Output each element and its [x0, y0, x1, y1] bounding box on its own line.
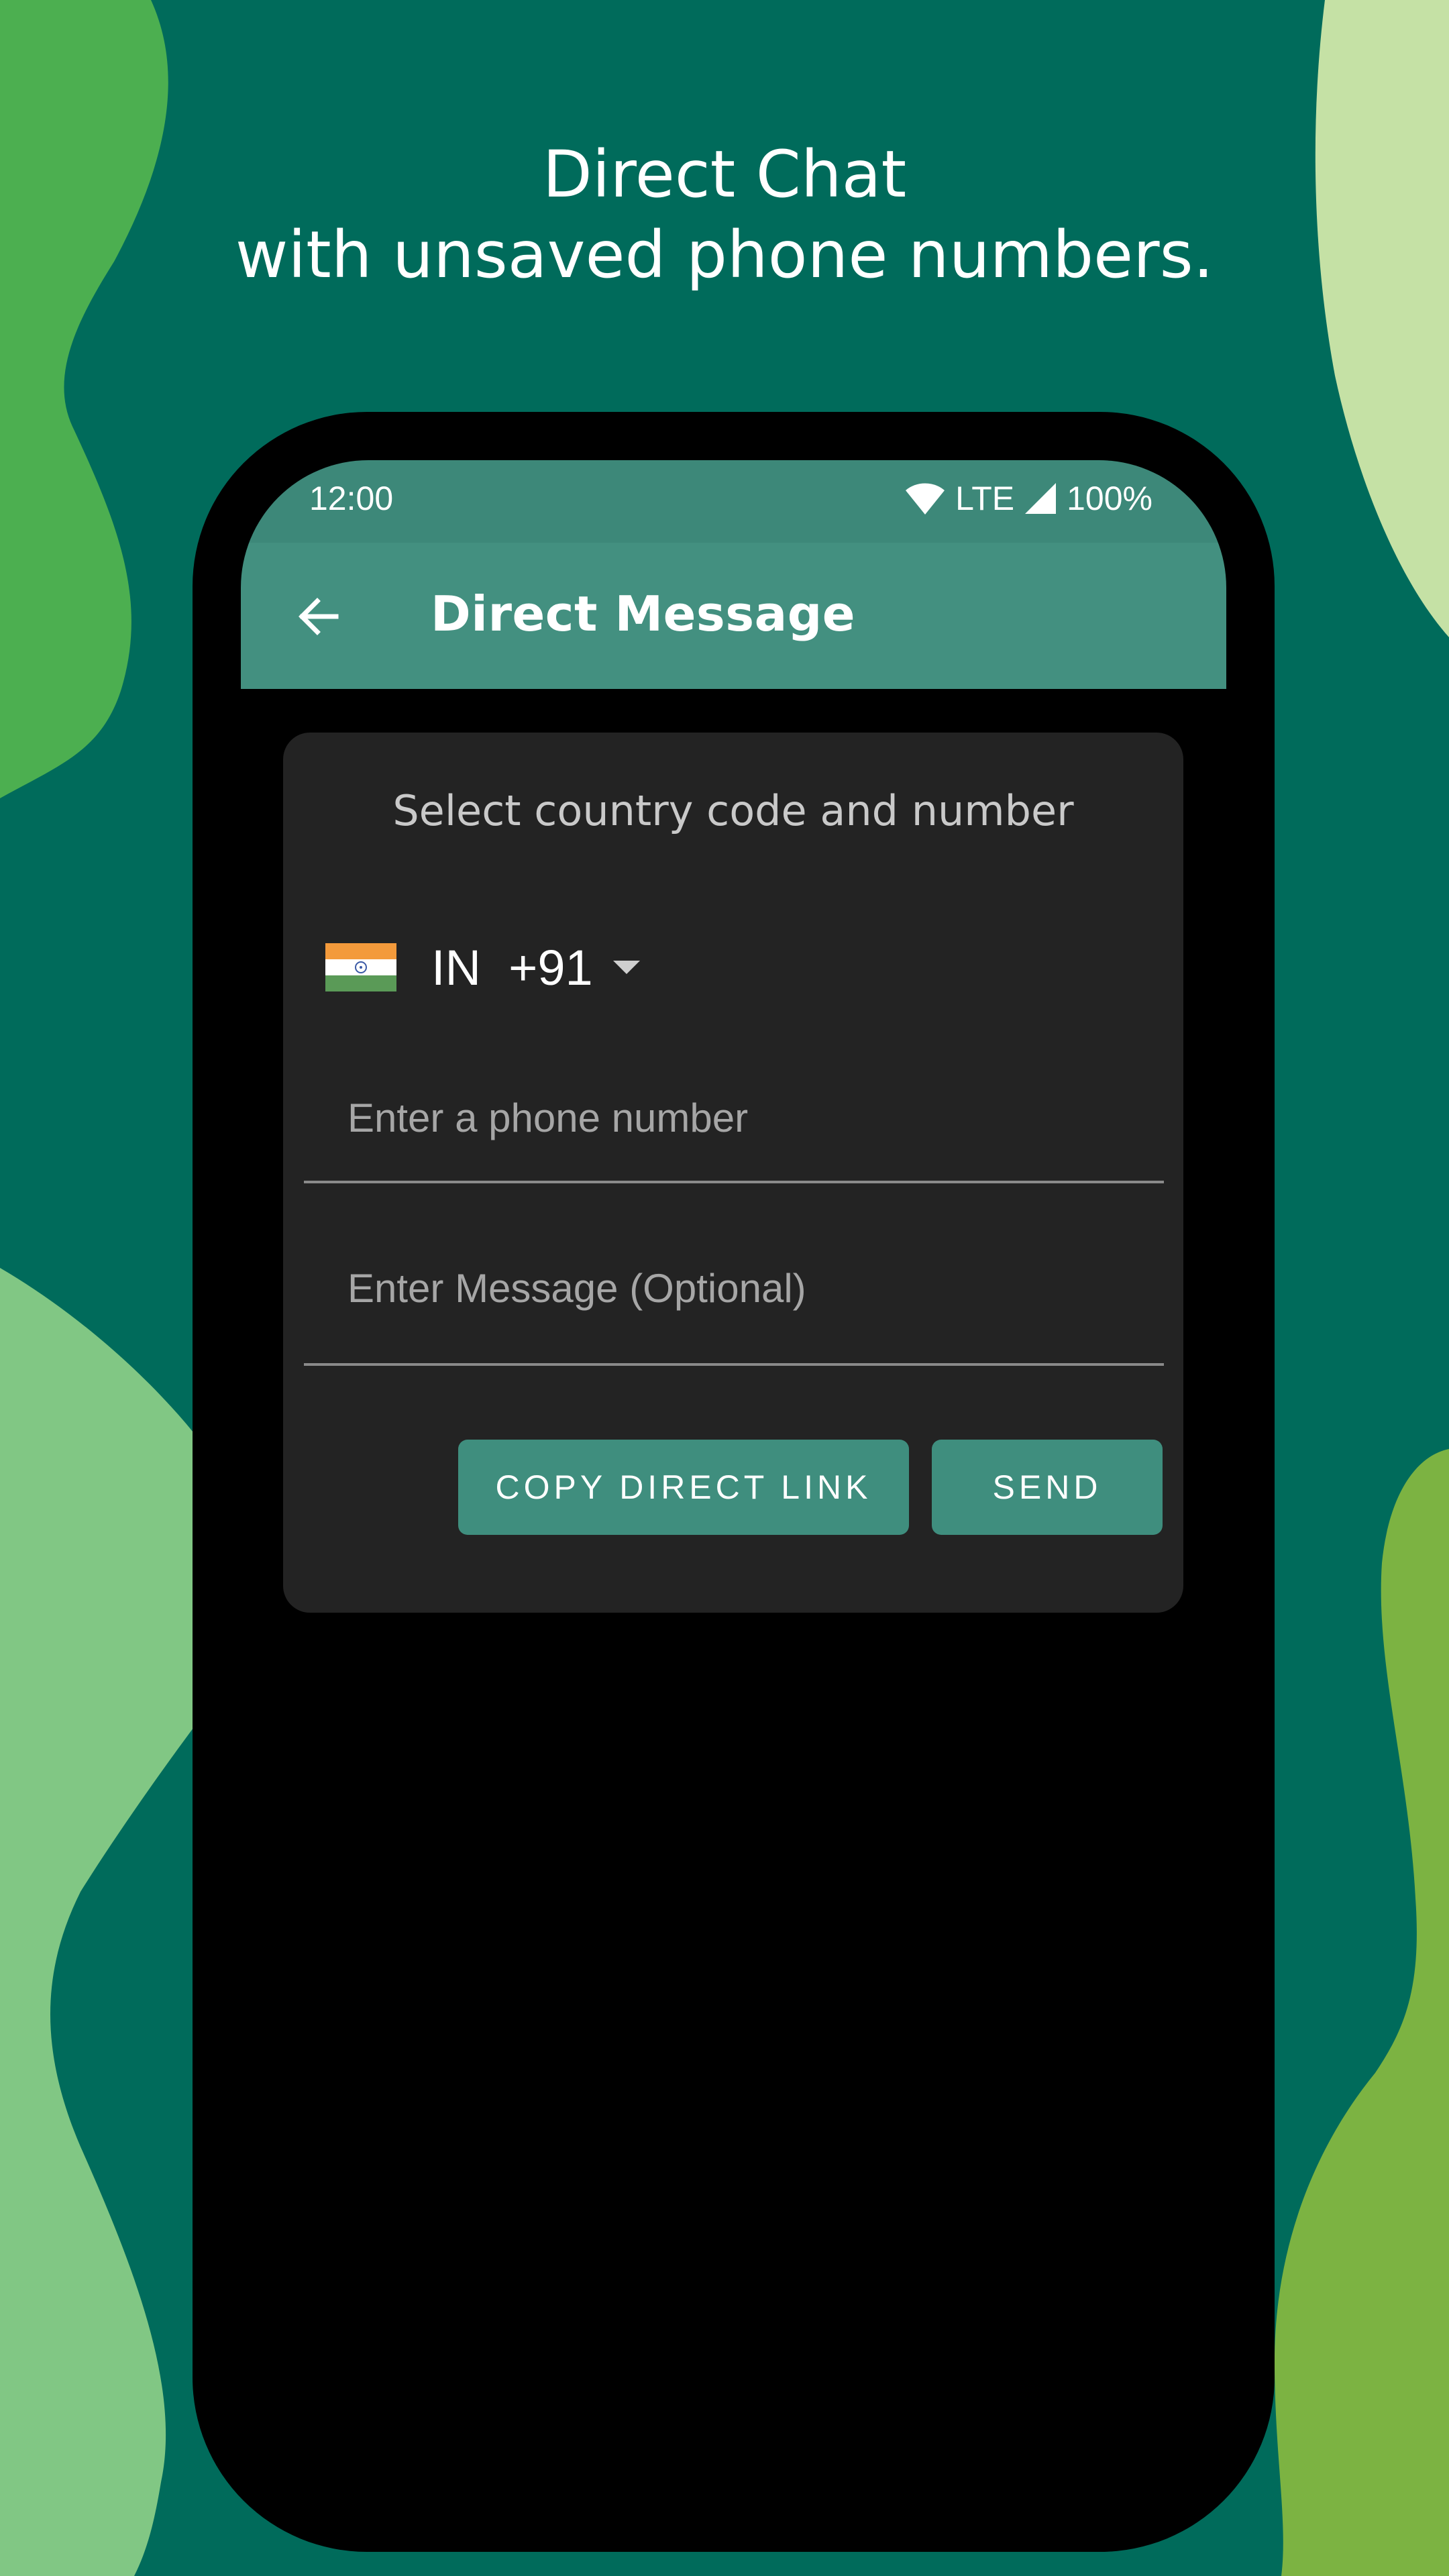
status-icons: LTE 100% [904, 479, 1152, 518]
headline: Direct Chat with unsaved phone numbers. [0, 134, 1449, 295]
phone-frame: 12:00 LTE 100% Direct Message Select cou… [193, 412, 1275, 2552]
arrow-back-icon [299, 598, 339, 635]
blob-top-left [0, 0, 168, 798]
signal-icon [1025, 483, 1057, 514]
phone-field [304, 1055, 1164, 1183]
blob-bottom-left [0, 1268, 201, 2576]
direct-message-card: Select country code and number IN +91 C [283, 733, 1183, 1613]
blob-top-right [1315, 0, 1449, 637]
card-title: Select country code and number [392, 786, 1074, 835]
headline-line-1: Direct Chat [542, 137, 907, 212]
back-button[interactable] [281, 580, 355, 653]
country-code-picker[interactable]: IN +91 [325, 927, 640, 1008]
send-button[interactable]: SEND [932, 1440, 1163, 1535]
wifi-icon [906, 483, 945, 515]
phone-number-input[interactable] [346, 1080, 1154, 1155]
dropdown-caret-icon [612, 961, 640, 974]
app-bar-title: Direct Message [431, 586, 856, 642]
status-time: 12:00 [309, 480, 394, 517]
country-code-label: IN +91 [431, 939, 593, 996]
copy-direct-link-button[interactable]: COPY DIRECT LINK [458, 1440, 909, 1535]
battery-level: 100% [1067, 480, 1152, 517]
app-bar: Direct Message [241, 543, 1226, 689]
message-field [304, 1218, 1164, 1366]
status-bar: 12:00 LTE 100% [241, 460, 1226, 543]
india-flag-icon [325, 943, 396, 991]
blob-bottom-right [1275, 1449, 1449, 2576]
message-input[interactable] [346, 1250, 1154, 1326]
network-type: LTE [955, 480, 1015, 517]
headline-line-2: with unsaved phone numbers. [235, 217, 1214, 292]
phone-screen: 12:00 LTE 100% Direct Message Select cou… [241, 460, 1226, 2504]
